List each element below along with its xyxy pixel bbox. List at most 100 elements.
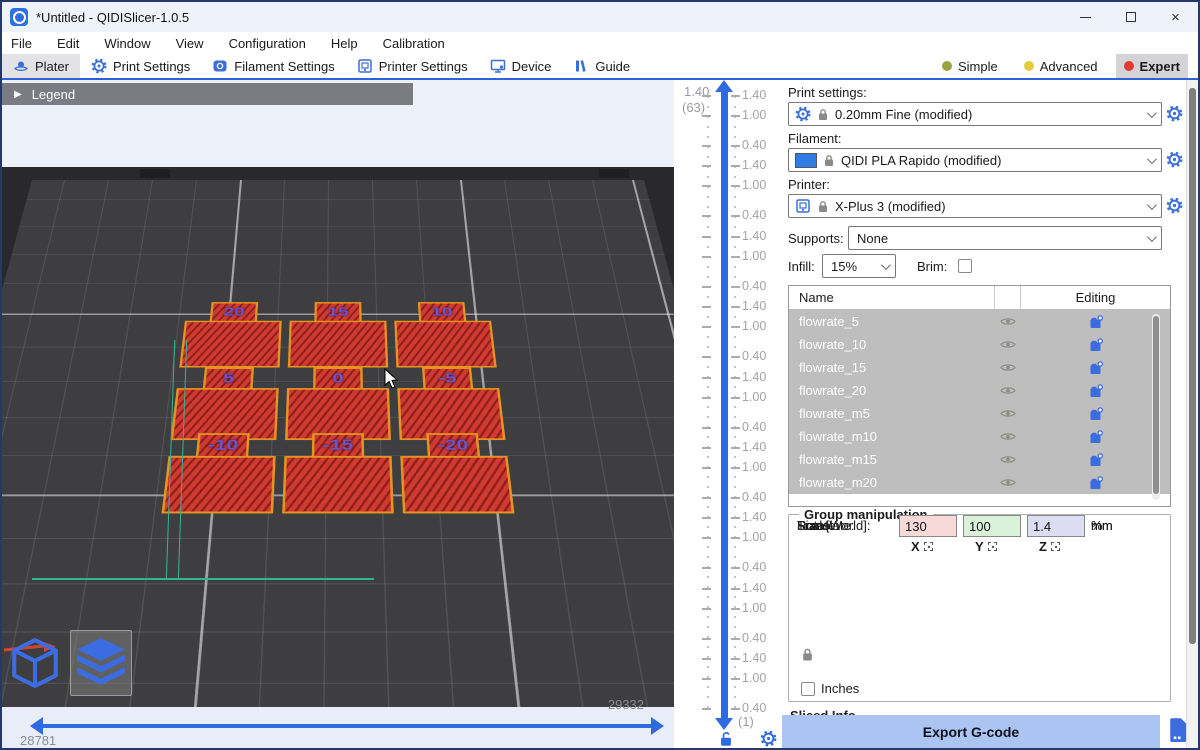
tick-dash [731, 326, 740, 328]
layer-tick-label: 1.40 [742, 440, 766, 454]
plate-object[interactable]: 20 [179, 302, 282, 367]
sidebar-scroll-thumb[interactable] [1189, 88, 1196, 644]
edit-object-icon[interactable] [1021, 338, 1170, 352]
axis-reset-icon[interactable] [924, 542, 933, 551]
menu-item[interactable]: Calibration [383, 36, 445, 51]
menu-item[interactable]: Edit [57, 36, 79, 51]
edit-object-icon[interactable] [1021, 407, 1170, 421]
close-button[interactable]: × [1153, 2, 1198, 32]
menu-item[interactable]: Window [104, 36, 150, 51]
object-list-scroll-thumb[interactable] [1153, 316, 1159, 494]
plate-object-body [282, 456, 394, 514]
x-value-input[interactable] [899, 515, 957, 537]
plate-object[interactable]: 0 [285, 367, 391, 440]
filament-gear-icon[interactable] [1166, 151, 1183, 168]
y-value-input[interactable] [963, 515, 1021, 537]
object-row[interactable]: flowrate_20 [789, 379, 1170, 402]
eye-icon[interactable] [995, 316, 1021, 327]
supports-combo[interactable]: None [848, 226, 1162, 250]
z-value-input[interactable] [1027, 515, 1085, 537]
edit-object-icon[interactable] [1021, 315, 1170, 329]
window-title: *Untitled - QIDISlicer-1.0.5 [36, 10, 189, 25]
object-row[interactable]: flowrate_m10 [789, 425, 1170, 448]
object-row[interactable]: flowrate_m5 [789, 402, 1170, 425]
mode-simple[interactable]: Simple [934, 54, 1006, 78]
print-settings-gear-icon[interactable] [1166, 105, 1183, 122]
uniform-scale-lock-icon[interactable] [801, 647, 814, 662]
object-name: flowrate_10 [789, 337, 995, 352]
minimize-button[interactable] [1063, 2, 1108, 32]
infill-combo[interactable]: 15% [822, 254, 896, 278]
eye-icon[interactable] [995, 385, 1021, 396]
tab-print-settings[interactable]: Print Settings [80, 54, 201, 78]
horizontal-move-slider[interactable]: 28781 29332 [2, 707, 674, 750]
edit-object-icon[interactable] [1021, 384, 1170, 398]
view-toggle-group [4, 630, 132, 696]
preview-view-button[interactable] [70, 630, 132, 696]
layer-slider-track[interactable] [721, 90, 728, 720]
print-settings-combo[interactable]: 0.20mm Fine (modified) [788, 102, 1162, 126]
eye-icon[interactable] [995, 408, 1021, 419]
tab-guide[interactable]: Guide [562, 54, 641, 78]
menu-item[interactable]: Help [331, 36, 358, 51]
tab-plater[interactable]: Plater [2, 54, 80, 78]
axis-header-x: X [911, 539, 933, 554]
editing-column-header[interactable]: Editing [1021, 290, 1170, 305]
mode-expert[interactable]: Expert [1116, 54, 1188, 78]
plate-object[interactable]: -15 [282, 433, 394, 513]
tab-printer-settings[interactable]: Printer Settings [346, 54, 479, 78]
3d-editor-view-button[interactable] [4, 630, 66, 696]
eye-icon[interactable] [995, 431, 1021, 442]
layer-tick-label: 1.00 [742, 390, 766, 404]
layer-tick-label: 1.40 [742, 370, 766, 384]
axis-reset-icon[interactable] [1051, 542, 1060, 551]
object-row[interactable]: flowrate_10 [789, 333, 1170, 356]
menu-item[interactable]: Configuration [229, 36, 306, 51]
layer-slider-bottom-handle[interactable] [715, 718, 733, 730]
edit-object-icon[interactable] [1021, 453, 1170, 467]
maximize-button[interactable] [1108, 2, 1153, 32]
plate-object[interactable]: 5 [170, 367, 279, 440]
brim-checkbox[interactable] [958, 259, 972, 273]
eye-icon[interactable] [995, 454, 1021, 465]
axis-header-z: Z [1039, 539, 1060, 554]
plate-object[interactable]: -20 [399, 433, 514, 513]
menu-item[interactable]: View [176, 36, 204, 51]
object-list-scrollbar[interactable] [1152, 314, 1160, 500]
tick-dash [702, 447, 711, 449]
printer-combo[interactable]: X-Plus 3 (modified) [788, 194, 1162, 218]
edit-object-icon[interactable] [1021, 361, 1170, 375]
hslider-track[interactable] [42, 724, 652, 728]
edit-object-icon[interactable] [1021, 430, 1170, 444]
tick-dash [702, 356, 711, 358]
plate-object[interactable]: 10 [393, 302, 496, 367]
unlock-icon[interactable] [718, 731, 734, 747]
name-column-header[interactable]: Name [789, 286, 995, 309]
inches-checkbox[interactable] [801, 682, 815, 696]
sidebar-scrollbar[interactable] [1186, 80, 1198, 750]
inches-label: Inches [821, 681, 859, 696]
object-row[interactable]: flowrate_15 [789, 356, 1170, 379]
tick-dash [731, 215, 740, 217]
eye-icon[interactable] [995, 339, 1021, 350]
edit-object-icon[interactable] [1021, 476, 1170, 490]
object-row[interactable]: flowrate_5 [789, 310, 1170, 333]
printer-gear-icon[interactable] [1166, 197, 1183, 214]
hslider-right-arrow-icon[interactable] [651, 717, 664, 735]
legend-collapsed-bar[interactable]: ▶ Legend [2, 83, 413, 105]
eye-icon[interactable] [995, 477, 1021, 488]
filament-combo[interactable]: QIDI PLA Rapido (modified) [788, 148, 1162, 172]
export-gcode-button[interactable]: Export G-code [782, 715, 1160, 749]
3d-viewport[interactable]: 20151050-5-10-15-20 ▶ Legend [2, 80, 674, 750]
eye-icon[interactable] [995, 362, 1021, 373]
slider-settings-gear-icon[interactable] [760, 730, 777, 747]
mode-advanced[interactable]: Advanced [1016, 54, 1106, 78]
axis-reset-icon[interactable] [988, 542, 997, 551]
object-row[interactable]: flowrate_m20 [789, 471, 1170, 494]
tab-filament-settings[interactable]: Filament Settings [201, 54, 345, 78]
menu-item[interactable]: File [11, 36, 32, 51]
tab-device[interactable]: Device [479, 54, 563, 78]
plate-object[interactable]: 15 [288, 302, 388, 367]
plate-object[interactable]: -5 [396, 367, 505, 440]
object-row[interactable]: flowrate_m15 [789, 448, 1170, 471]
